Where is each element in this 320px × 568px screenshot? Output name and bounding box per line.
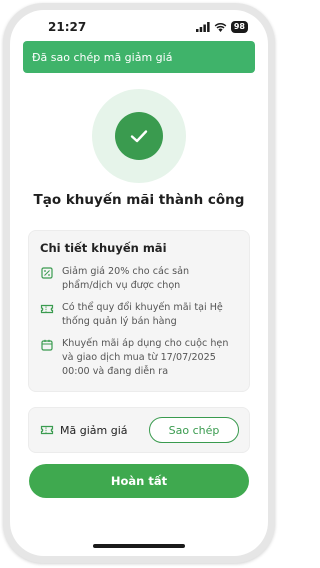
status-icons: 98	[195, 21, 248, 33]
copied-toast: Đã sao chép mã giảm giá	[23, 41, 255, 73]
signal-icon	[195, 22, 210, 32]
calendar-icon	[41, 339, 53, 351]
home-indicator[interactable]	[93, 544, 185, 548]
detail-text: Giảm giá 20% cho các sản phẩm/dịch vụ đư…	[62, 266, 190, 291]
phone-frame: 21:27 98 Đã sao chép mã giảm giá Tạo khu…	[3, 3, 275, 563]
ticket-icon	[40, 304, 54, 314]
toast-message: Đã sao chép mã giảm giá	[32, 50, 173, 64]
success-title: Tạo khuyến mãi thành công	[33, 192, 245, 208]
detail-text: Khuyến mãi áp dụng cho cuộc hẹn và giao …	[62, 338, 229, 377]
status-bar: 21:27 98	[10, 10, 268, 44]
discount-code-label: Mã giảm giá	[60, 423, 128, 437]
screen: 21:27 98 Đã sao chép mã giảm giá Tạo khu…	[10, 10, 268, 556]
ticket-icon	[40, 425, 54, 435]
code-label-group: Mã giảm giá	[40, 423, 149, 437]
copy-code-button[interactable]: Sao chép	[149, 417, 239, 443]
detail-text: Có thể quy đổi khuyến mãi tại Hệ thống q…	[62, 302, 223, 327]
discount-code-card: Mã giảm giá Sao chép	[28, 407, 250, 453]
finish-button[interactable]: Hoàn tất	[29, 464, 249, 498]
detail-item-validity: Khuyến mãi áp dụng cho cuộc hẹn và giao …	[40, 337, 239, 379]
battery-indicator: 98	[230, 21, 248, 33]
checkmark-icon	[130, 130, 148, 143]
success-circle	[115, 112, 163, 160]
status-time: 21:27	[48, 20, 87, 34]
wifi-icon	[214, 23, 227, 32]
percent-icon	[41, 267, 53, 279]
details-title: Chi tiết khuyến mãi	[40, 241, 167, 255]
promotion-details-card: Chi tiết khuyến mãi Giảm giá 20% cho các…	[28, 230, 250, 392]
detail-item-discount: Giảm giá 20% cho các sản phẩm/dịch vụ đư…	[40, 265, 239, 293]
success-badge	[92, 89, 186, 183]
detail-item-redeem: Có thể quy đổi khuyến mãi tại Hệ thống q…	[40, 301, 239, 329]
